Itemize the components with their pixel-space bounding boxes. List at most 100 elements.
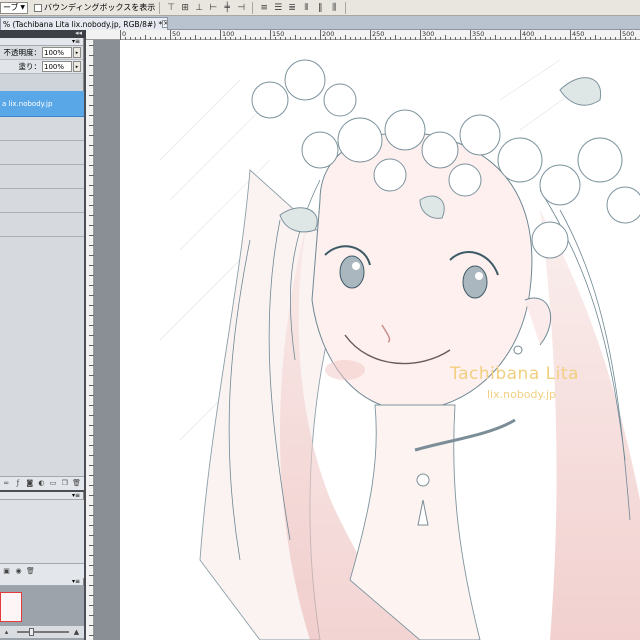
link-layers-icon[interactable]: ∞ — [2, 479, 11, 488]
layer-style-icon[interactable]: ƒ — [14, 479, 23, 488]
ruler-major-tick — [470, 30, 471, 40]
watermark-site: lix.nobody.jp — [487, 388, 556, 401]
align-right-edges-icon[interactable]: ⊣ — [235, 2, 247, 14]
ruler-label: 250 — [372, 30, 385, 38]
distribute-bottom-icon[interactable]: ≣ — [286, 2, 298, 14]
ruler-label: 200 — [322, 30, 335, 38]
horizontal-ruler: 0 50 100 150 200 250 300 350 400 450 500 — [86, 30, 640, 40]
checkbox-box — [34, 3, 42, 12]
ruler-label: 450 — [572, 30, 585, 38]
layer-mask-icon[interactable]: ◙ — [25, 479, 34, 488]
panel-dock-header: ◂◂ — [0, 29, 86, 38]
photoshop-window: ーブ ▼ バウンディングボックスを表示 ⊤ ⊞ ⊥ ⊢ ╪ ⊣ ≡ ☰ ≣ ⦀ … — [0, 0, 640, 640]
distribute-top-icon[interactable]: ≡ — [258, 2, 270, 14]
opacity-input[interactable]: 100% — [42, 47, 72, 58]
zoom-slider-knob[interactable] — [29, 628, 34, 636]
new-document-from-state-icon[interactable]: ▣ — [2, 567, 11, 576]
fill-input[interactable]: 100% — [42, 61, 72, 72]
bounding-box-label: バウンディングボックスを表示 — [44, 3, 156, 12]
ruler-major-tick — [520, 30, 521, 40]
layer-item[interactable] — [0, 117, 84, 141]
zoom-slider[interactable] — [17, 628, 69, 636]
zoom-out-icon[interactable]: ▴ — [2, 628, 11, 637]
history-panel-header: ▾≡ — [0, 492, 83, 500]
chevron-down-icon: ▼ — [20, 4, 25, 11]
trash-icon[interactable]: 🗑 — [72, 479, 81, 488]
fill-label: 塗り： — [18, 62, 42, 71]
navigator-zoom-row: ▴ ▲ — [0, 626, 84, 638]
document-tab-title: % (Tachibana Lita lix.nobody.jp, RGB/8#)… — [3, 19, 163, 29]
align-vertical-centers-icon[interactable]: ⊞ — [179, 2, 191, 14]
layer-item[interactable] — [0, 141, 84, 165]
layer-item-selected[interactable]: a lix.nobody.jp — [0, 91, 84, 117]
ruler-label: 350 — [472, 30, 485, 38]
zoom-in-icon[interactable]: ▲ — [72, 628, 81, 637]
panel-dock: ◂◂ ▾≡ 不透明度： 100% ▸ 塗り： 100% ▸ a lix.nobo… — [0, 29, 86, 640]
document-tab-bar: % (Tachibana Lita lix.nobody.jp, RGB/8#)… — [0, 16, 640, 30]
navigator-view-frame[interactable] — [0, 592, 22, 622]
opacity-label: 不透明度： — [3, 48, 42, 57]
vertical-ruler — [86, 40, 94, 640]
adjustment-layer-icon[interactable]: ◐ — [37, 479, 46, 488]
distribute-right-icon[interactable]: ⫼ — [328, 2, 340, 14]
divider — [252, 1, 254, 14]
panel-menu-icon[interactable]: ▾≡ — [72, 578, 80, 586]
distribute-left-icon[interactable]: ⦀ — [300, 2, 312, 14]
opacity-slider-toggle[interactable]: ▸ — [73, 47, 81, 58]
trash-icon[interactable]: 🗑 — [26, 567, 35, 576]
opacity-row: 不透明度： 100% ▸ — [0, 46, 83, 60]
align-horizontal-centers-icon[interactable]: ╪ — [221, 2, 233, 14]
navigator-body: ▴ ▲ — [0, 586, 84, 640]
fill-slider-toggle[interactable]: ▸ — [73, 61, 81, 72]
ruler-major-tick — [570, 30, 571, 40]
navigator-panel-header: ▾≡ — [0, 578, 83, 586]
navigator-panel: ▾≡ ▴ ▲ — [0, 578, 84, 640]
options-bar: ーブ ▼ バウンディングボックスを表示 ⊤ ⊞ ⊥ ⊢ ╪ ⊣ ≡ ☰ ≣ ⦀ … — [0, 0, 640, 16]
ruler-label: 400 — [522, 30, 535, 38]
tool-preset-dropdown[interactable]: ーブ ▼ — [0, 1, 28, 14]
layers-panel-header: ▾≡ — [0, 38, 83, 46]
close-icon[interactable]: × — [162, 20, 167, 28]
layer-item[interactable] — [0, 165, 84, 189]
watermark-name: Tachibana Lita — [450, 364, 579, 384]
ruler-major-tick — [220, 30, 221, 40]
ruler-major-tick — [370, 30, 371, 40]
layer-list: a lix.nobody.jp — [0, 91, 84, 476]
fill-row: 塗り： 100% ▸ — [0, 60, 83, 74]
distribute-hcenter-icon[interactable]: ‖ — [314, 2, 326, 14]
align-left-edges-icon[interactable]: ⊢ — [207, 2, 219, 14]
ruler-label: 500 — [622, 30, 635, 38]
layer-item[interactable] — [0, 189, 84, 213]
history-panel-body — [0, 500, 84, 564]
ruler-major-tick — [620, 30, 621, 40]
panel-menu-icon[interactable]: ▾≡ — [72, 38, 80, 46]
layer-item[interactable] — [0, 213, 84, 237]
panel-menu-icon[interactable]: ▾≡ — [72, 492, 80, 500]
layer-name: a lix.nobody.jp — [2, 99, 53, 108]
new-group-icon[interactable]: ▭ — [49, 479, 58, 488]
document-tab[interactable]: % (Tachibana Lita lix.nobody.jp, RGB/8#)… — [0, 17, 168, 30]
canvas-area[interactable]: Tachibana Lita lix.nobody.jp — [94, 40, 640, 640]
illustration — [159, 59, 640, 640]
history-panel: ▾≡ ▣ ◉ 🗑 — [0, 492, 84, 578]
layers-panel-footer: ∞ ƒ ◙ ◐ ▭ ❐ 🗑 — [0, 476, 84, 490]
ruler-major-tick — [320, 30, 321, 40]
ruler-label: 300 — [422, 30, 435, 38]
divider — [159, 1, 161, 14]
ruler-label: 100 — [222, 30, 235, 38]
divider — [345, 1, 347, 14]
snapshot-icon[interactable]: ◉ — [14, 567, 23, 576]
distribute-center-icon[interactable]: ☰ — [272, 2, 284, 14]
collapse-panels-icon[interactable]: ◂◂ — [75, 29, 82, 37]
history-panel-footer: ▣ ◉ 🗑 — [0, 564, 84, 578]
align-top-edges-icon[interactable]: ⊤ — [165, 2, 177, 14]
tool-preset-label: ーブ — [3, 3, 19, 12]
new-layer-icon[interactable]: ❐ — [60, 479, 69, 488]
artwork-canvas[interactable]: Tachibana Lita lix.nobody.jp — [120, 40, 640, 640]
align-bottom-edges-icon[interactable]: ⊥ — [193, 2, 205, 14]
ruler-major-tick — [420, 30, 421, 40]
ruler-major-tick — [270, 30, 271, 40]
ruler-major-tick — [170, 30, 171, 40]
ruler-label: 150 — [272, 30, 285, 38]
show-bounding-box-checkbox[interactable]: バウンディングボックスを表示 — [34, 2, 155, 13]
